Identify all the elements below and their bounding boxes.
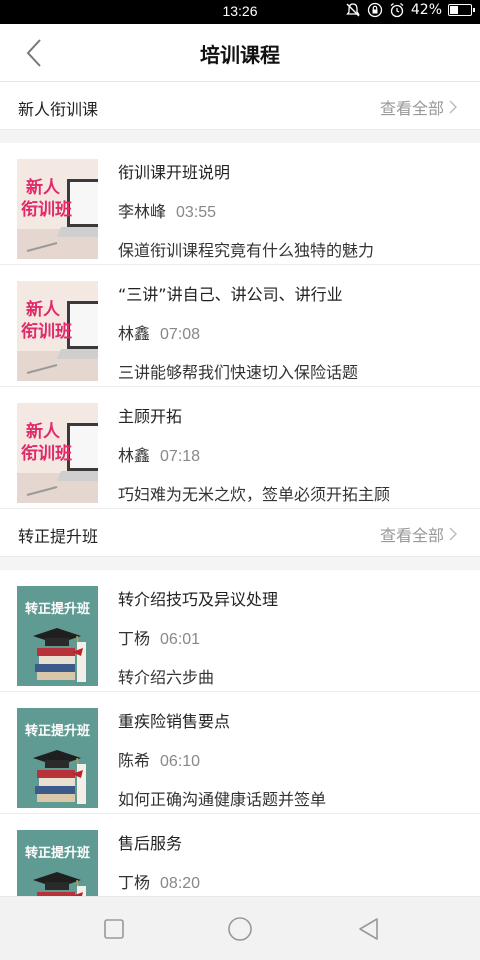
svg-text:转正提升班: 转正提升班 bbox=[25, 845, 90, 861]
course-thumbnail: 新人 衔训班 bbox=[17, 159, 98, 259]
status-bar: 13:26 42% bbox=[0, 0, 480, 24]
svg-text:转正提升班: 转正提升班 bbox=[25, 601, 90, 617]
list-item[interactable]: 新人 衔训班 “三讲”讲自己、讲公司、讲行业 林鑫 07:08 三讲能够帮我们快速… bbox=[0, 265, 480, 387]
course-author: 丁杨 bbox=[118, 873, 151, 892]
svg-text:新人: 新人 bbox=[26, 421, 61, 442]
course-title: 售后服务 bbox=[118, 834, 183, 853]
view-all-label: 查看全部 bbox=[379, 99, 444, 118]
list-item[interactable]: 转正提升班 转介绍技巧及异议处理 丁杨 06:01 转介绍六步曲 bbox=[0, 570, 480, 692]
course-description: 如何正确沟通健康话题并签单 bbox=[118, 790, 327, 809]
course-description: 保道衔训课程究竟有什么独特的魅力 bbox=[118, 241, 375, 260]
course-description: 转介绍六步曲 bbox=[118, 668, 215, 687]
battery-icon bbox=[448, 4, 475, 16]
battery-percent: 42% bbox=[410, 2, 442, 18]
mute-icon bbox=[346, 3, 360, 17]
recent-apps-icon[interactable] bbox=[100, 915, 128, 943]
divider bbox=[0, 557, 480, 570]
course-duration: 07:08 bbox=[160, 326, 201, 343]
course-meta: 林鑫 07:08 bbox=[118, 320, 200, 344]
course-thumbnail: 转正提升班 bbox=[17, 708, 98, 808]
course-author: 林鑫 bbox=[118, 446, 151, 465]
course-thumbnail: 转正提升班 bbox=[17, 830, 98, 896]
view-all-button[interactable]: 查看全部 bbox=[380, 95, 458, 119]
list-item[interactable]: 转正提升班 售后服务 丁杨 08:20 bbox=[0, 814, 480, 896]
course-title: “三讲”讲自己、讲公司、讲行业 bbox=[118, 285, 343, 304]
course-list: 新人衔训课 查看全部 新人 衔训班 衔训课开班说明 李林峰 03:55 保道衔训课… bbox=[0, 82, 480, 896]
course-thumbnail: 转正提升班 bbox=[17, 586, 98, 686]
chevron-right-icon bbox=[449, 100, 457, 114]
course-title: 衔训课开班说明 bbox=[118, 163, 231, 182]
course-meta: 林鑫 07:18 bbox=[118, 442, 200, 466]
svg-text:衔训班: 衔训班 bbox=[21, 444, 72, 464]
course-title: 重疾险销售要点 bbox=[118, 712, 231, 731]
svg-text:新人: 新人 bbox=[26, 177, 61, 198]
section-header-new-hire: 新人衔训课 查看全部 bbox=[0, 82, 480, 130]
course-author: 陈希 bbox=[118, 751, 151, 770]
home-icon[interactable] bbox=[226, 915, 254, 943]
section-title: 转正提升班 bbox=[18, 527, 99, 546]
view-all-button[interactable]: 查看全部 bbox=[380, 522, 458, 546]
course-title: 主顾开拓 bbox=[118, 407, 183, 426]
course-duration: 06:10 bbox=[160, 753, 201, 770]
svg-text:衔训班: 衔训班 bbox=[21, 200, 72, 220]
list-item[interactable]: 转正提升班 重疾险销售要点 陈希 06:10 如何正确沟通健康话题并签单 bbox=[0, 692, 480, 814]
course-duration: 08:20 bbox=[160, 875, 201, 892]
list-item[interactable]: 新人 衔训班 主顾开拓 林鑫 07:18 巧妇难为无米之炊，签单必须开拓主顾 bbox=[0, 387, 480, 509]
page-title: 培训课程 bbox=[200, 43, 280, 67]
course-description: 巧妇难为无米之炊，签单必须开拓主顾 bbox=[118, 485, 391, 504]
course-duration: 06:01 bbox=[160, 631, 201, 648]
svg-text:新人: 新人 bbox=[26, 299, 61, 320]
course-author: 林鑫 bbox=[118, 324, 151, 343]
course-author: 李林峰 bbox=[118, 202, 167, 221]
list-item[interactable]: 新人 衔训班 衔训课开班说明 李林峰 03:55 保道衔训课程究竟有什么独特的魅力 bbox=[0, 143, 480, 265]
chevron-right-icon bbox=[449, 527, 457, 541]
alarm-icon bbox=[390, 2, 404, 18]
course-meta: 丁杨 08:20 bbox=[118, 869, 200, 893]
course-meta: 丁杨 06:01 bbox=[118, 625, 200, 649]
course-thumbnail: 新人 衔训班 bbox=[17, 281, 98, 381]
view-all-label: 查看全部 bbox=[379, 526, 444, 545]
divider bbox=[0, 130, 480, 143]
course-author: 丁杨 bbox=[118, 629, 151, 648]
course-duration: 07:18 bbox=[160, 448, 201, 465]
lock-rotation-icon bbox=[367, 2, 383, 18]
svg-text:转正提升班: 转正提升班 bbox=[25, 723, 90, 739]
svg-text:衔训班: 衔训班 bbox=[21, 322, 72, 342]
course-description: 三讲能够帮我们快速切入保险话题 bbox=[118, 363, 359, 382]
back-triangle-icon[interactable] bbox=[355, 915, 383, 943]
status-icons: 42% bbox=[345, 2, 475, 18]
section-header-promotion: 转正提升班 查看全部 bbox=[0, 509, 480, 557]
course-meta: 李林峰 03:55 bbox=[118, 198, 216, 222]
course-title: 转介绍技巧及异议处理 bbox=[118, 590, 279, 609]
section-title: 新人衔训课 bbox=[18, 100, 99, 119]
system-navigation-bar bbox=[0, 896, 480, 960]
course-thumbnail: 新人 衔训班 bbox=[17, 403, 98, 503]
course-meta: 陈希 06:10 bbox=[118, 747, 200, 771]
navigation-bar: 培训课程 bbox=[0, 24, 480, 82]
course-duration: 03:55 bbox=[176, 204, 217, 221]
